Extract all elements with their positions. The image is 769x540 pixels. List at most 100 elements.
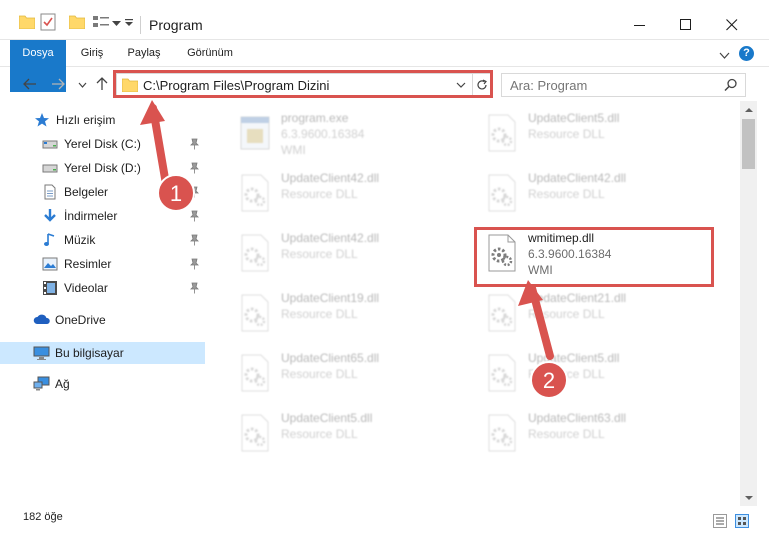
dll-file-icon	[484, 293, 520, 333]
scrollbar-thumb[interactable]	[742, 119, 755, 169]
sidebar-item-label: Resimler	[64, 257, 112, 271]
pin-icon[interactable]	[189, 138, 200, 150]
sidebar-item-disk-d[interactable]: Yerel Disk (D:)	[0, 157, 205, 179]
sidebar-item-label: Yerel Disk (C:)	[64, 137, 141, 151]
drive-icon	[42, 160, 58, 176]
file-description: Resource DLL	[528, 307, 605, 321]
sidebar-item-documents[interactable]: Belgeler	[0, 181, 205, 203]
file-name: UpdateClient42.dll	[281, 171, 380, 185]
file-name: UpdateClient42.dll	[281, 231, 380, 245]
file-name: UpdateClient5.dll	[528, 351, 620, 365]
computer-icon	[33, 345, 50, 361]
status-bar: 182 öğe	[0, 506, 769, 540]
file-item[interactable]: UpdateClient42.dll Resource DLL	[476, 167, 716, 219]
dll-file-icon	[484, 413, 520, 453]
file-item[interactable]: UpdateClient21.dll Resource DLL	[476, 287, 716, 339]
pin-icon[interactable]	[189, 162, 200, 174]
file-type: WMI	[281, 143, 306, 157]
file-item[interactable]: UpdateClient42.dll Resource DLL	[229, 227, 469, 279]
file-name: UpdateClient21.dll	[528, 291, 627, 305]
sidebar-item-onedrive[interactable]: OneDrive	[0, 309, 205, 331]
network-icon	[33, 376, 50, 392]
maximize-button[interactable]	[663, 10, 709, 40]
file-name: UpdateClient42.dll	[528, 171, 627, 185]
sidebar-item-label: Bu bilgisayar	[55, 346, 124, 360]
minimize-button[interactable]	[617, 10, 663, 40]
pin-icon[interactable]	[189, 282, 200, 294]
sidebar-item-pictures[interactable]: Resimler	[0, 253, 205, 275]
pictures-icon	[42, 256, 58, 272]
sidebar-item-label: Ağ	[55, 377, 70, 391]
close-button[interactable]	[709, 10, 755, 40]
sidebar-item-music[interactable]: Müzik	[0, 229, 205, 251]
sidebar-item-label: Hızlı erişim	[56, 113, 116, 127]
sidebar-item-quick-access[interactable]: Hızlı erişim	[0, 109, 205, 131]
file-item[interactable]: UpdateClient63.dll Resource DLL	[476, 407, 716, 459]
dll-file-icon	[484, 353, 520, 393]
file-description: Resource DLL	[528, 187, 605, 201]
forward-button[interactable]	[50, 76, 66, 92]
file-item[interactable]: UpdateClient5.dll Resource DLL	[229, 407, 469, 459]
view-options-icon[interactable]	[93, 15, 109, 29]
file-version: 6.3.9600.16384	[281, 127, 365, 141]
sidebar-item-label: İndirmeler	[64, 209, 118, 223]
tab-home[interactable]: Giriş	[72, 40, 112, 67]
chevron-down-icon[interactable]	[112, 18, 121, 27]
sidebar-item-videos[interactable]: Videolar	[0, 277, 205, 299]
file-item[interactable]: program.exe 6.3.9600.16384 WMI	[229, 107, 469, 159]
dll-file-icon	[484, 113, 520, 153]
folder-icon	[19, 15, 35, 29]
sidebar-item-network[interactable]: Ağ	[0, 373, 205, 395]
pin-icon[interactable]	[189, 210, 200, 222]
tab-view[interactable]: Görünüm	[180, 40, 240, 67]
scroll-up-button[interactable]	[740, 101, 757, 118]
search-icon[interactable]	[724, 78, 738, 95]
item-count: 182 öğe	[23, 511, 63, 523]
file-highlight	[474, 227, 714, 287]
cloud-icon	[33, 312, 50, 328]
sidebar-item-disk-c[interactable]: Yerel Disk (C:)	[0, 133, 205, 155]
ribbon: Dosya Giriş Paylaş Görünüm	[0, 40, 769, 92]
search-box[interactable]	[501, 73, 746, 97]
exe-icon	[237, 113, 273, 153]
file-description: Resource DLL	[281, 307, 358, 321]
file-item[interactable]: UpdateClient42.dll Resource DLL	[229, 167, 469, 219]
file-description: Resource DLL	[281, 427, 358, 441]
pin-icon[interactable]	[189, 186, 200, 198]
scroll-down-button[interactable]	[740, 489, 757, 506]
up-button[interactable]	[94, 76, 110, 92]
search-input[interactable]	[510, 77, 710, 93]
file-item[interactable]: UpdateClient19.dll Resource DLL	[229, 287, 469, 339]
file-item[interactable]: UpdateClient65.dll Resource DLL	[229, 347, 469, 399]
details-view-icon[interactable]	[713, 514, 727, 528]
tab-share[interactable]: Paylaş	[122, 40, 166, 67]
recent-locations-icon[interactable]	[74, 78, 90, 94]
pin-icon[interactable]	[189, 234, 200, 246]
file-description: Resource DLL	[281, 187, 358, 201]
sidebar-item-label: Müzik	[64, 233, 96, 247]
file-name: program.exe	[281, 111, 349, 125]
back-button[interactable]	[22, 76, 38, 92]
large-icons-view-icon[interactable]	[735, 514, 749, 528]
dll-file-icon	[237, 413, 273, 453]
vertical-scrollbar[interactable]	[740, 101, 757, 506]
file-name: UpdateClient63.dll	[528, 411, 627, 425]
customize-toolbar-icon[interactable]	[124, 19, 134, 27]
file-item[interactable]: UpdateClient5.dll Resource DLL	[476, 347, 716, 399]
file-description: Resource DLL	[528, 367, 605, 381]
properties-icon[interactable]	[40, 13, 56, 31]
dll-file-icon	[237, 353, 273, 393]
dll-file-icon	[237, 293, 273, 333]
file-item[interactable]: UpdateClient5.dll Resource DLL	[476, 107, 716, 159]
title-bar: Program	[0, 0, 769, 40]
expand-ribbon-icon[interactable]	[719, 49, 730, 63]
pin-icon[interactable]	[189, 258, 200, 270]
window-title: Program	[149, 17, 203, 33]
sidebar-item-this-pc[interactable]: Bu bilgisayar	[0, 342, 205, 364]
dll-file-icon	[237, 233, 273, 273]
music-icon	[42, 232, 58, 248]
download-icon	[42, 208, 58, 224]
sidebar-item-downloads[interactable]: İndirmeler	[0, 205, 205, 227]
help-button[interactable]: ?	[739, 46, 754, 61]
new-folder-icon[interactable]	[69, 15, 85, 29]
